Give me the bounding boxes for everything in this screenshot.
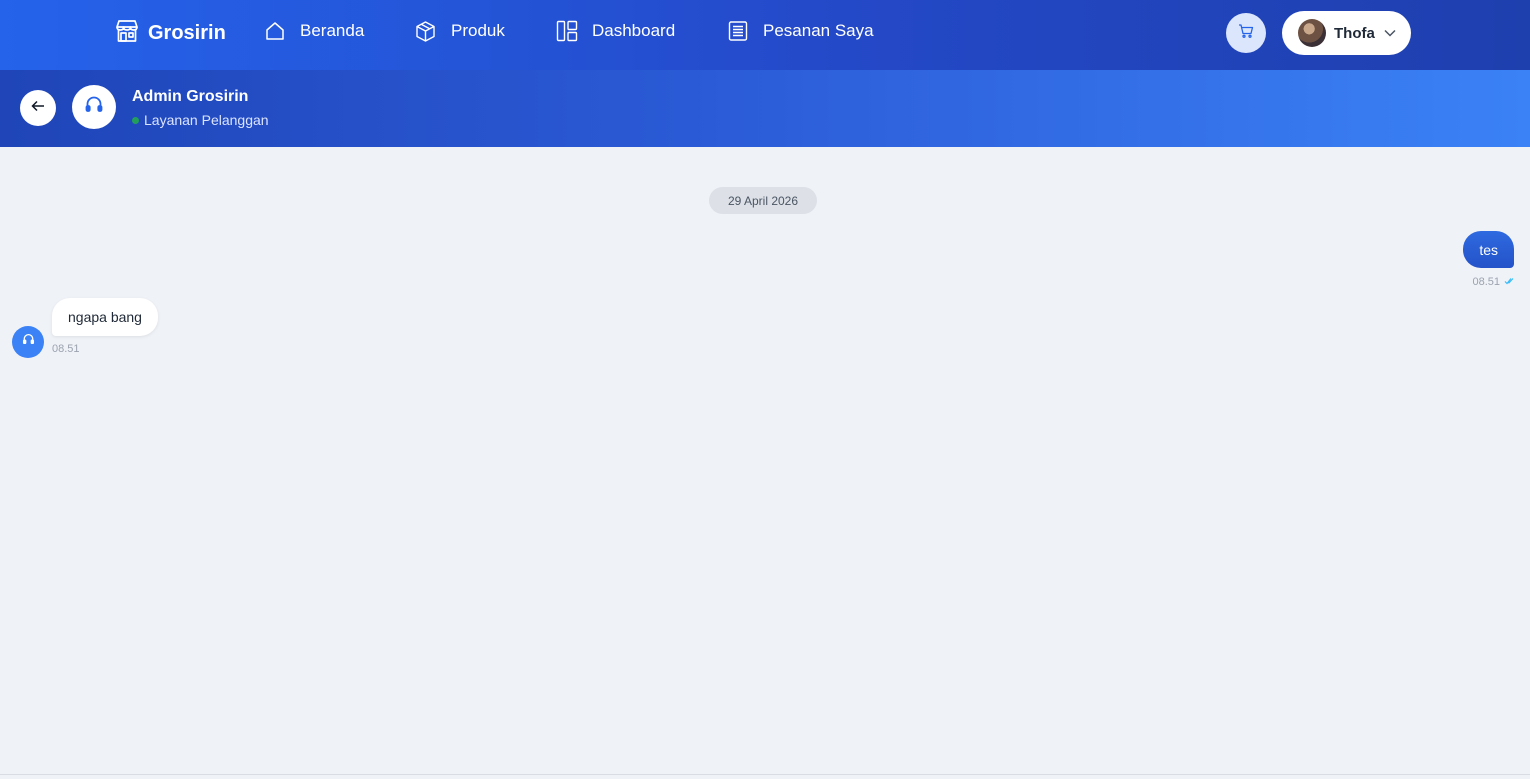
outgoing-message-meta: 08.51 — [1472, 276, 1514, 288]
chevron-down-icon — [1384, 24, 1396, 42]
online-status-dot — [132, 116, 139, 124]
read-check-icon — [1504, 276, 1514, 288]
date-separator: 29 April 2026 — [709, 187, 817, 214]
agent-status-label: Layanan Pelanggan — [144, 112, 269, 128]
message-text: tes — [1479, 241, 1498, 258]
agent-status: Layanan Pelanggan — [132, 112, 269, 128]
nav-pesanan-saya-label: Pesanan Saya — [763, 21, 874, 40]
avatar — [1298, 19, 1326, 47]
nav-beranda[interactable]: Beranda — [264, 18, 364, 44]
user-name: Thofa — [1334, 24, 1375, 42]
brand-logo[interactable]: Grosirin — [114, 18, 226, 48]
user-menu-button[interactable]: Thofa — [1282, 11, 1411, 55]
nav-dashboard[interactable]: Dashboard — [556, 18, 675, 44]
incoming-message: ngapa bang — [52, 298, 158, 336]
message-text: ngapa bang — [68, 309, 142, 325]
agent-avatar — [72, 85, 116, 129]
receipt-icon — [727, 20, 749, 42]
agent-name: Admin Grosirin — [132, 88, 249, 105]
top-navbar: Grosirin Beranda Produk Dashboard Pesana… — [0, 0, 1530, 70]
nav-dashboard-label: Dashboard — [592, 21, 676, 40]
box-icon — [414, 20, 437, 43]
cart-icon — [1238, 23, 1254, 44]
dashboard-icon — [556, 20, 578, 42]
divider — [0, 774, 1530, 775]
chat-header: Admin Grosirin Layanan Pelanggan — [0, 70, 1530, 147]
message-time: 08.51 — [1472, 276, 1500, 288]
headset-icon — [84, 95, 104, 120]
arrow-left-icon — [31, 99, 45, 117]
nav-produk[interactable]: Produk — [414, 18, 505, 44]
outgoing-message: tes — [1463, 231, 1514, 268]
cart-button[interactable] — [1226, 13, 1266, 53]
incoming-message-time: 08.51 — [52, 343, 80, 355]
store-icon — [114, 18, 140, 49]
back-button[interactable] — [20, 90, 56, 126]
headset-icon — [22, 333, 35, 351]
agent-message-avatar — [12, 326, 44, 358]
nav-beranda-label: Beranda — [300, 21, 365, 40]
brand-name: Grosirin — [148, 21, 226, 44]
home-icon — [264, 20, 286, 42]
nav-pesanan-saya[interactable]: Pesanan Saya — [727, 18, 874, 44]
nav-produk-label: Produk — [451, 21, 505, 40]
